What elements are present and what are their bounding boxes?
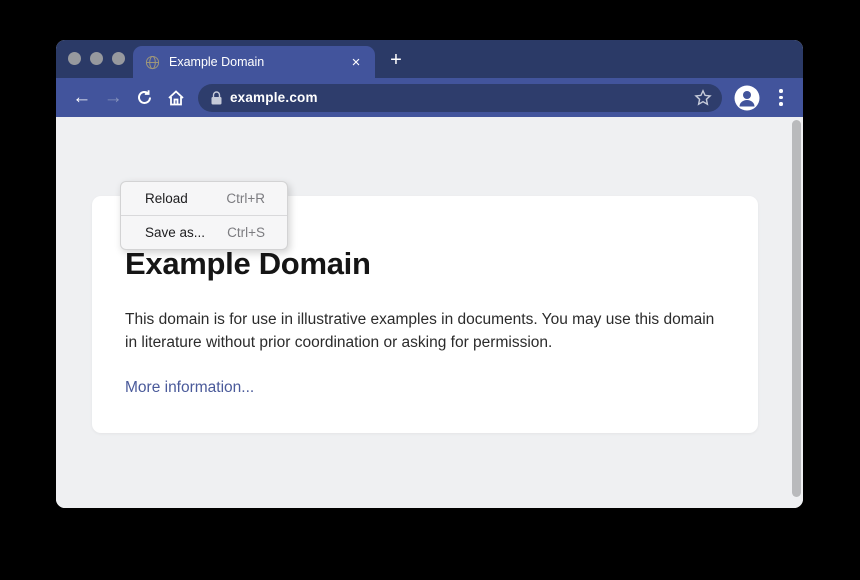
browser-window: Example Domain × + ← → exampl [56,40,803,508]
globe-icon [145,55,160,70]
more-information-link[interactable]: More information... [125,379,254,397]
menu-item-label: Save as... [145,225,205,240]
new-tab-button[interactable]: + [384,48,408,72]
browser-toolbar: ← → example.com [56,78,803,117]
profile-avatar-icon[interactable] [734,84,761,111]
close-window-button[interactable] [68,52,81,65]
page-paragraph: This domain is for use in illustrative e… [125,308,715,355]
page-title: Example Domain [125,246,718,282]
menu-item-reload[interactable]: Reload Ctrl+R [121,182,287,215]
browser-tab[interactable]: Example Domain × [133,46,375,78]
back-icon[interactable]: ← [66,83,97,113]
context-menu: Reload Ctrl+R Save as... Ctrl+S [120,181,288,250]
tab-title: Example Domain [169,55,347,69]
menu-item-shortcut: Ctrl+R [226,191,265,206]
minimize-window-button[interactable] [90,52,103,65]
title-bar: Example Domain × + [56,40,803,78]
menu-item-label: Reload [145,191,188,206]
lock-icon [211,91,222,105]
close-tab-icon[interactable]: × [347,53,365,71]
page-viewport: Example Domain This domain is for use in… [56,117,803,508]
maximize-window-button[interactable] [112,52,125,65]
kebab-menu-icon[interactable] [769,84,793,111]
url-text: example.com [230,90,694,105]
home-icon[interactable] [160,83,191,113]
forward-icon[interactable]: → [97,83,128,113]
bookmark-star-icon[interactable] [694,89,712,107]
address-bar[interactable]: example.com [198,84,722,112]
traffic-lights [68,52,125,65]
menu-item-save-as[interactable]: Save as... Ctrl+S [121,216,287,249]
reload-icon[interactable] [129,83,160,113]
vertical-scrollbar[interactable] [792,120,801,497]
menu-item-shortcut: Ctrl+S [227,225,265,240]
